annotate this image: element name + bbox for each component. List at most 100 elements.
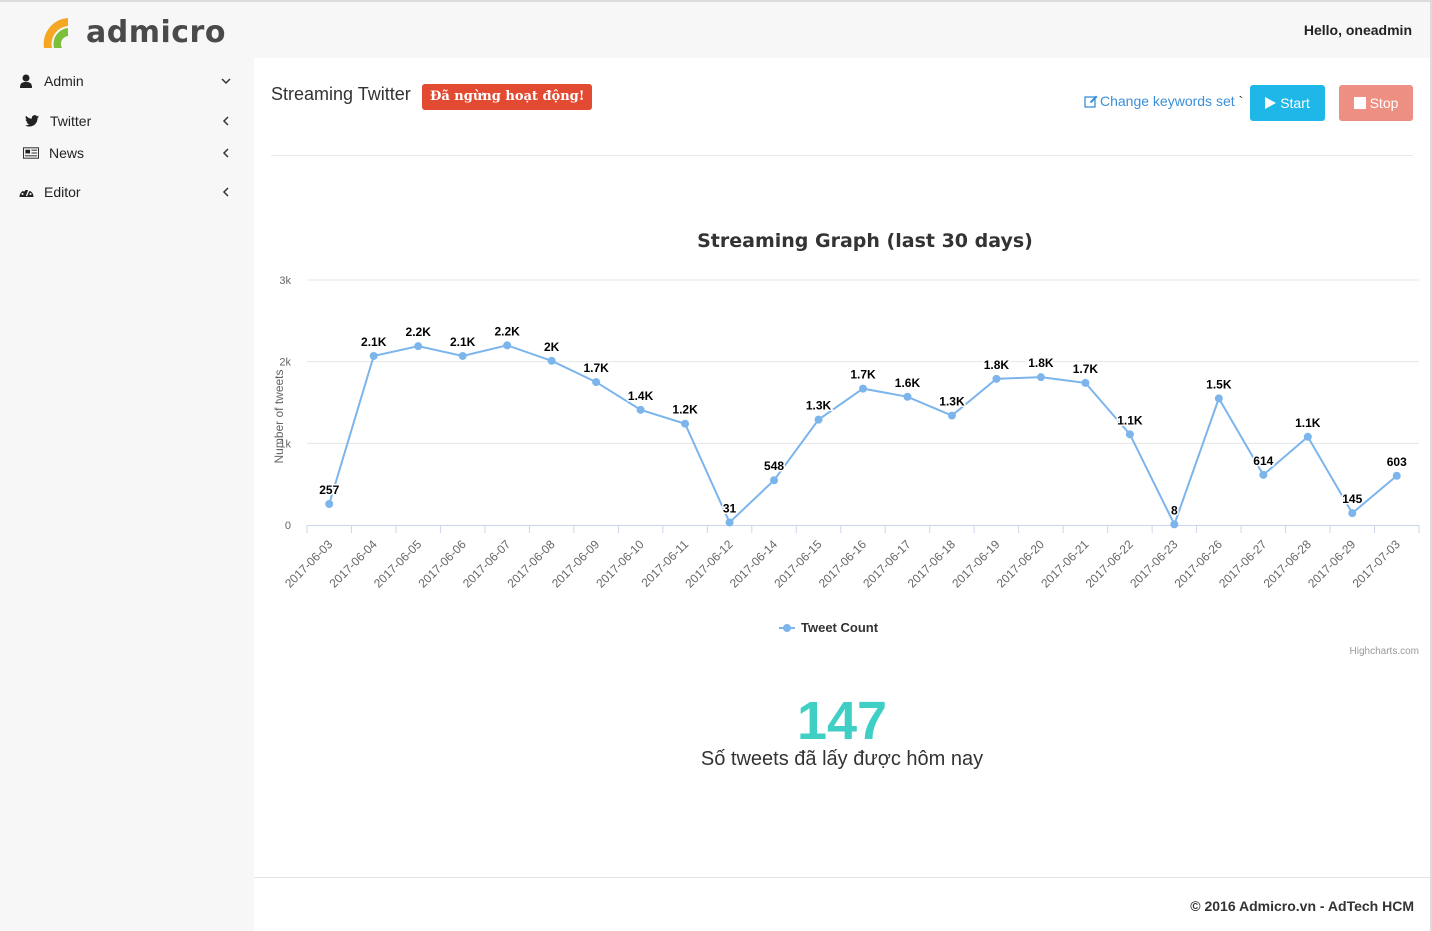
data-label: 145 [1342, 492, 1362, 506]
data-point [592, 378, 601, 387]
chevron-left-icon [218, 145, 234, 161]
data-label: 1.3K [939, 395, 965, 409]
data-label: 2.1K [450, 335, 476, 349]
data-point [547, 356, 556, 365]
data-point [681, 419, 690, 428]
data-label: 2.2K [494, 324, 520, 338]
edit-icon [1084, 94, 1098, 108]
main-panel: Streaming Twitter Đã ngừng hoạt động! Ch… [254, 58, 1430, 878]
y-axis-label: Number of tweets [272, 369, 286, 463]
chevron-down-icon [218, 73, 234, 89]
play-icon [1265, 97, 1277, 109]
stop-button[interactable]: Stop [1339, 85, 1413, 121]
footer-copyright: © 2016 Admicro.vn - AdTech HCM [1190, 898, 1414, 914]
data-label: 257 [319, 483, 339, 497]
newspaper-icon [23, 145, 39, 161]
stop-icon [1353, 97, 1366, 109]
data-label: 2.2K [406, 325, 432, 339]
data-label: 1.7K [1073, 362, 1099, 376]
data-point [725, 518, 734, 527]
data-label: 548 [764, 459, 784, 473]
logo[interactable]: admicro [40, 14, 226, 50]
y-tick-label: 2k [279, 357, 291, 369]
data-point [1170, 520, 1179, 529]
data-point [859, 384, 867, 393]
sidebar-item-label: Admin [44, 73, 84, 89]
data-label: 614 [1253, 454, 1273, 468]
status-badge: Đã ngừng hoạt động! [422, 84, 593, 110]
data-point [814, 415, 823, 424]
header-divider [271, 155, 1413, 156]
sidebar-item-editor[interactable]: Editor [0, 177, 254, 207]
data-point [1125, 430, 1134, 439]
user-icon [18, 73, 34, 89]
data-label: 1.7K [850, 368, 876, 382]
sidebar-item-twitter[interactable]: Twitter [0, 106, 254, 136]
data-point [992, 374, 1001, 383]
sidebar-item-label: Editor [44, 184, 81, 200]
data-point [1392, 471, 1401, 480]
data-label: 1.2K [672, 403, 698, 417]
twitter-icon [24, 113, 40, 129]
logo-text: admicro [86, 14, 226, 50]
data-point [947, 411, 956, 420]
data-label: 1.1K [1117, 413, 1143, 427]
data-label: 1.4K [628, 389, 654, 403]
legend-marker [783, 624, 791, 632]
data-point [770, 476, 779, 485]
data-label: 1.1K [1295, 416, 1321, 430]
data-point [636, 405, 645, 414]
change-keywords-label: Change keywords set [1100, 93, 1235, 109]
x-tick-label: 2017-07-03 [1350, 537, 1404, 591]
data-point [1348, 509, 1357, 518]
today-tweet-caption: Số tweets đã lấy được hôm nay [700, 748, 984, 770]
data-point [369, 351, 378, 360]
data-point [325, 500, 334, 509]
sidebar: Admin Twitter News Editor [0, 58, 254, 931]
streaming-chart: Streaming Graph (last 30 days) 0 1k 2k 3k Num… [271, 208, 1421, 668]
chart-credits: Highcharts.com [1350, 646, 1419, 657]
change-keywords-link[interactable]: Change keywords set ` [1084, 93, 1243, 109]
data-point [1036, 373, 1045, 382]
chart-title: Streaming Graph (last 30 days) [697, 230, 1033, 252]
start-button-label: Start [1280, 95, 1310, 111]
data-point [458, 351, 467, 360]
data-label: 1.8K [984, 358, 1010, 372]
data-point [1259, 470, 1268, 479]
sidebar-item-label: News [49, 145, 85, 161]
user-greeting[interactable]: Hello, oneadmin [1304, 22, 1412, 38]
data-label: 1.8K [1028, 356, 1054, 370]
today-tweet-count: 147 [796, 691, 888, 751]
data-label: 1.5K [1206, 377, 1232, 391]
sidebar-item-admin[interactable]: Admin [0, 66, 254, 96]
data-label: 31 [723, 501, 737, 515]
data-label: 1.3K [806, 399, 832, 413]
admicro-logo-icon [40, 14, 80, 50]
data-point [1303, 432, 1312, 441]
data-label: 2.1K [361, 335, 387, 349]
data-point [503, 341, 512, 350]
legend-label: Tweet Count [801, 620, 879, 635]
change-keywords-suffix: ` [1238, 93, 1244, 109]
data-point [414, 342, 423, 351]
x-tick-label: 2017-06-10 [593, 537, 647, 591]
footer: © 2016 Admicro.vn - AdTech HCM [254, 878, 1430, 931]
data-label: 8 [1171, 503, 1178, 517]
top-header: admicro Hello, oneadmin [0, 2, 1430, 58]
chart-svg: Streaming Graph (last 30 days)01k2k3kNum… [272, 230, 1420, 657]
data-label: 603 [1387, 455, 1407, 469]
sidebar-item-label: Twitter [50, 113, 92, 129]
y-tick-label: 0 [285, 520, 291, 532]
data-point [903, 392, 912, 401]
data-label: 2K [544, 340, 560, 354]
sidebar-item-news[interactable]: News [0, 138, 254, 168]
data-label: 1.6K [895, 376, 921, 390]
chevron-left-icon [218, 113, 234, 129]
chevron-left-icon [218, 184, 234, 200]
page-title: Streaming Twitter [271, 84, 411, 104]
data-point [1214, 394, 1223, 403]
dashboard-icon [18, 184, 34, 200]
y-tick-label: 3k [279, 275, 291, 287]
data-label: 1.7K [583, 361, 609, 375]
start-button[interactable]: Start [1250, 85, 1325, 121]
